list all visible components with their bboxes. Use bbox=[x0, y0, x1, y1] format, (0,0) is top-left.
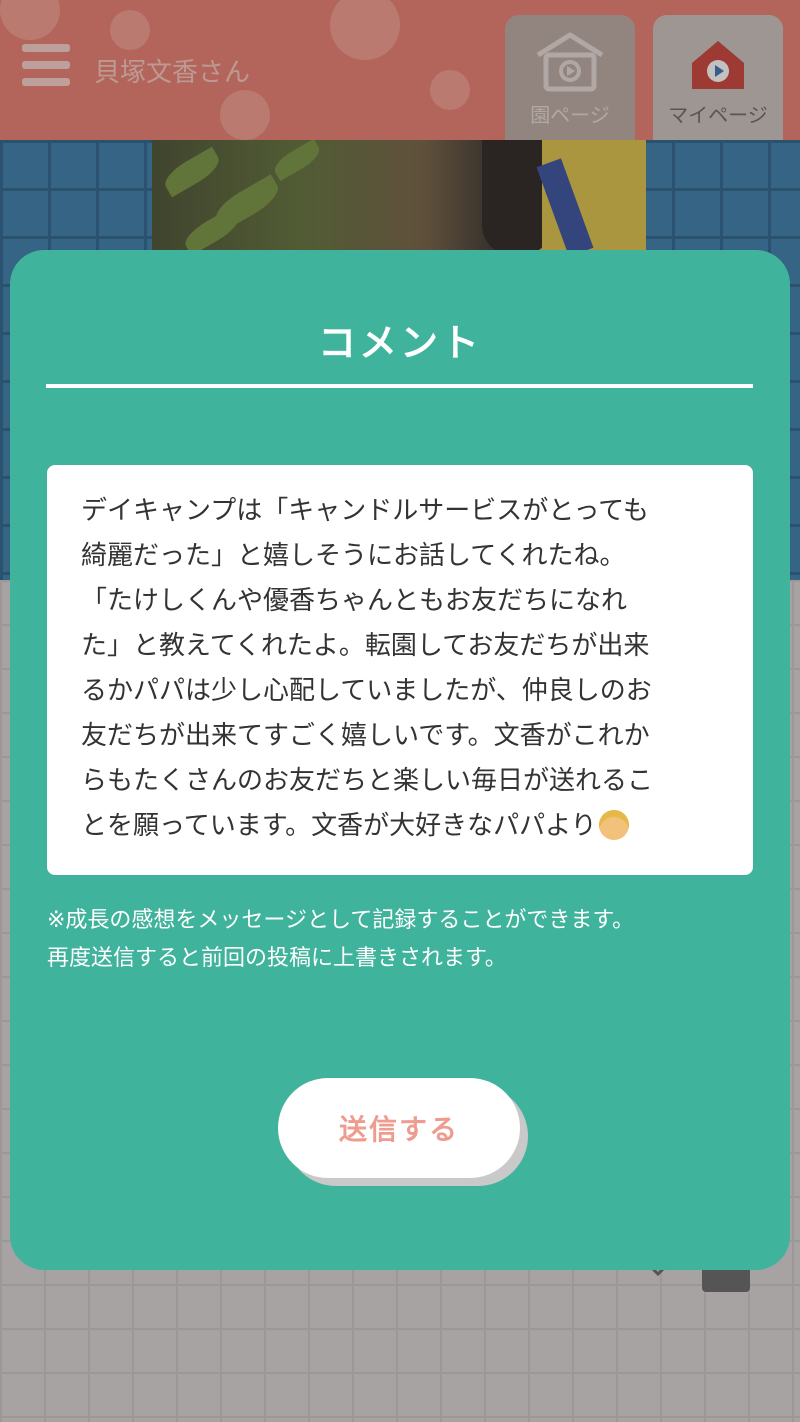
comment-line: デイキャンプは「キャンドルサービスがとっても bbox=[81, 496, 649, 526]
send-button[interactable]: 送信する bbox=[278, 1078, 520, 1178]
comment-line: た」と教えてくれたよ。転園してお友だちが出来 bbox=[81, 631, 650, 661]
comment-line: 綺麗だった」と嬉しそうにお話してくれたね。 bbox=[81, 541, 626, 571]
comment-line: らもたくさんのお友だちと楽しい毎日が送れるこ bbox=[81, 766, 654, 796]
comment-text: デイキャンプは「キャンドルサービスがとっても 綺麗だった」と嬉しそうにお話してく… bbox=[81, 489, 719, 849]
note-line: 再度送信すると前回の投稿に上書きされます。 bbox=[47, 946, 507, 971]
note-line: ※成長の感想をメッセージとして記録することができます。 bbox=[47, 908, 635, 933]
man-face-emoji-icon bbox=[598, 810, 629, 840]
comment-line: とを願っています。文香が大好きなパパより bbox=[81, 811, 597, 841]
comment-line: 「たけしくんや優香ちゃんともお友だちになれ bbox=[81, 586, 628, 616]
comment-modal: コメント デイキャンプは「キャンドルサービスがとっても 綺麗だった」と嬉しそうに… bbox=[10, 250, 790, 1270]
comment-line: るかパパは少し心配していましたが、仲良しのお bbox=[81, 676, 652, 706]
title-divider bbox=[46, 384, 753, 388]
comment-note: ※成長の感想をメッセージとして記録することができます。 再度送信すると前回の投稿… bbox=[47, 902, 767, 978]
modal-title: コメント bbox=[317, 321, 482, 365]
comment-textarea[interactable]: デイキャンプは「キャンドルサービスがとっても 綺麗だった」と嬉しそうにお話してく… bbox=[47, 465, 753, 875]
comment-line: 友だちが出来てすごく嬉しいです。文香がこれか bbox=[81, 721, 650, 751]
